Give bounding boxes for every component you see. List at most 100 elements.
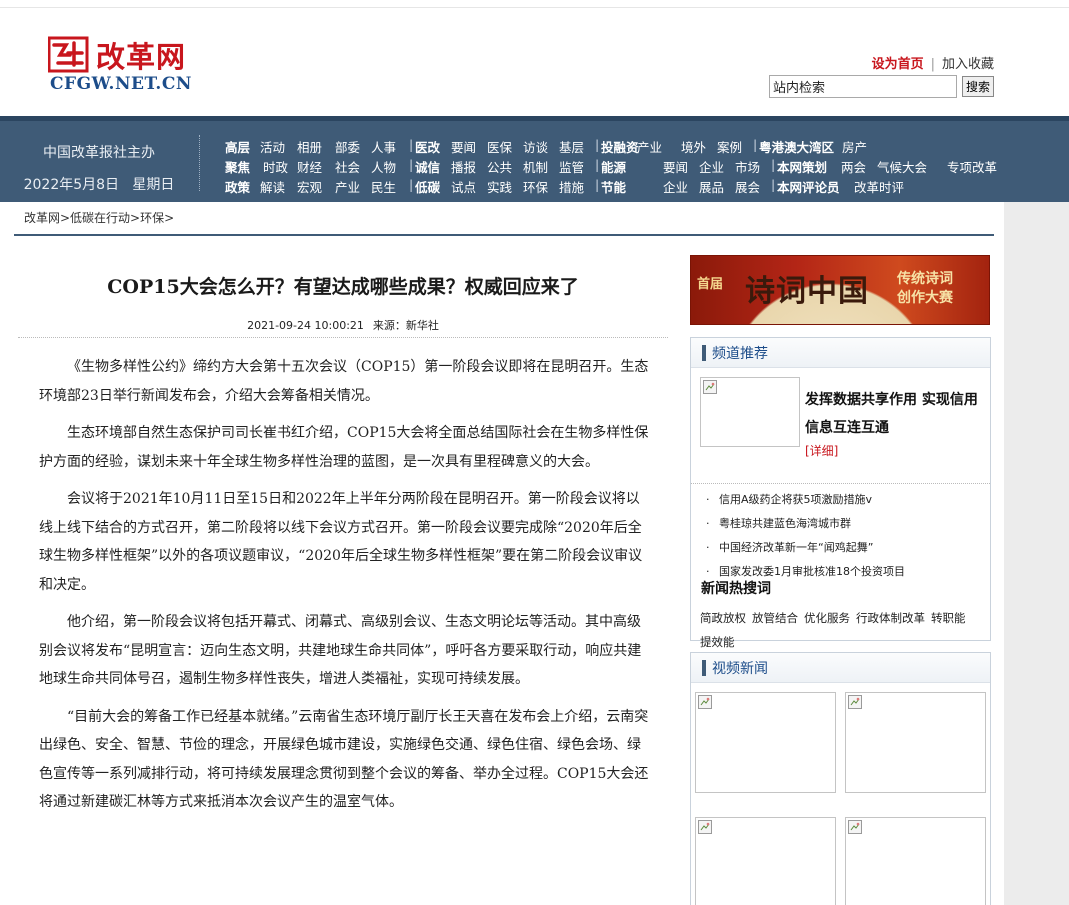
nav-link[interactable]: 政策 bbox=[225, 177, 250, 196]
list-item-text[interactable]: 国家发改委1月审批核准18个投资项目 bbox=[719, 565, 905, 578]
search-input[interactable] bbox=[769, 75, 957, 98]
nav-row: 政策 解读 宏观 产业 民生 | 低碳 试点 实践 环保 措施 | 节能 企业 展品 展会 | 本网评论员 改革时评 bbox=[225, 177, 1025, 197]
nav-separator: | bbox=[753, 137, 758, 152]
nav-link[interactable]: 境外 bbox=[681, 137, 706, 156]
nav-link[interactable]: 实践 bbox=[487, 177, 512, 196]
featured-image[interactable] bbox=[700, 377, 800, 447]
breadcrumb[interactable]: 改革网>低碳在行动>环保> bbox=[24, 209, 174, 226]
nav-link[interactable]: 宏观 bbox=[297, 177, 322, 196]
set-homepage-link[interactable]: 设为首页 bbox=[872, 57, 924, 72]
nav-link[interactable]: 试点 bbox=[451, 177, 476, 196]
nav-link[interactable]: 房产 bbox=[842, 137, 867, 156]
nav-link[interactable]: 粤港澳大湾区 bbox=[759, 137, 834, 156]
nav-link[interactable]: 部委 bbox=[335, 137, 360, 156]
list-item[interactable]: · 信用A级药企将获5项激励措施v bbox=[691, 488, 990, 512]
article-divider bbox=[18, 337, 668, 338]
nav-link[interactable]: 高层 bbox=[225, 137, 250, 156]
hot-tag[interactable]: 转职能 bbox=[931, 606, 966, 630]
nav-link[interactable]: 低碳 bbox=[415, 177, 440, 196]
nav-link[interactable]: 民生 bbox=[371, 177, 396, 196]
nav-link[interactable]: 展会 bbox=[735, 177, 760, 196]
nav-link[interactable]: 本网策划 bbox=[777, 157, 827, 176]
nav-info: 中国改革报社主办 2022年5月8日 星期日 bbox=[0, 121, 198, 202]
nav-link[interactable]: 活动 bbox=[260, 137, 285, 156]
article-paragraph: “目前大会的筹备工作已经基本就绪。”云南省生态环境厅副厅长王天喜在发布会上介绍，… bbox=[39, 708, 649, 811]
nav-link[interactable]: 节能 bbox=[601, 177, 626, 196]
nav-link[interactable]: 市场 bbox=[735, 157, 760, 176]
nav-link[interactable]: 要闻 bbox=[451, 137, 476, 156]
video-thumbnail[interactable] bbox=[695, 817, 836, 905]
nav-link[interactable]: 人物 bbox=[371, 157, 396, 176]
hot-tag[interactable]: 优化服务 bbox=[804, 606, 850, 630]
banner-right-line1: 传统诗词 bbox=[897, 271, 953, 287]
nav-divider bbox=[199, 135, 200, 191]
nav-link[interactable]: 企业 bbox=[699, 157, 724, 176]
nav-link[interactable]: 社会 bbox=[335, 157, 360, 176]
nav-link[interactable]: 展品 bbox=[699, 177, 724, 196]
broken-image-icon bbox=[698, 820, 712, 834]
broken-image-icon bbox=[703, 380, 717, 394]
nav-link[interactable]: 企业 bbox=[663, 177, 688, 196]
video-thumbnail[interactable] bbox=[845, 817, 986, 905]
nav-link[interactable]: 医保 bbox=[487, 137, 512, 156]
nav-link[interactable]: 访谈 bbox=[523, 137, 548, 156]
search-button[interactable]: 搜索 bbox=[962, 76, 994, 97]
article-paragraph: 《生物多样性公约》缔约方大会第十五次会议（COP15）第一阶段会议即将在昆明召开… bbox=[39, 359, 649, 404]
nav-link[interactable]: 本网评论员 bbox=[777, 177, 840, 196]
nav-separator: | bbox=[409, 177, 414, 192]
poetry-contest-banner[interactable]: 首届 诗词中国 传统诗词 创作大赛 bbox=[690, 255, 990, 325]
nav-link[interactable]: 财经 bbox=[297, 157, 322, 176]
list-item-text[interactable]: 信用A级药企将获5项激励措施v bbox=[719, 493, 872, 506]
hot-tag[interactable]: 简政放权 bbox=[700, 606, 746, 630]
top-strip bbox=[0, 0, 1069, 8]
nav-link[interactable]: 产业 bbox=[637, 137, 662, 156]
nav-link[interactable]: 案例 bbox=[717, 137, 742, 156]
featured-more-link[interactable]: [详细] bbox=[805, 442, 838, 459]
nav-link[interactable]: 诚信 bbox=[415, 157, 440, 176]
nav-separator: | bbox=[409, 137, 414, 152]
nav-link[interactable]: 专项改革 bbox=[947, 157, 997, 176]
article-paragraph: 会议将于2021年10月11日至15日和2022年上半年分两阶段在昆明召开。第一… bbox=[39, 491, 643, 593]
nav-link[interactable]: 环保 bbox=[523, 177, 548, 196]
nav-link[interactable]: 公共 bbox=[487, 157, 512, 176]
nav-link[interactable]: 医改 bbox=[415, 137, 440, 156]
nav-link[interactable]: 两会 bbox=[841, 157, 866, 176]
nav-link[interactable]: 基层 bbox=[559, 137, 584, 156]
featured-title[interactable]: 发挥数据共享作用 实现信用信息互连互通 bbox=[805, 386, 987, 442]
nav-link[interactable]: 时政 bbox=[263, 157, 288, 176]
nav-link[interactable]: 措施 bbox=[559, 177, 584, 196]
nav-link[interactable]: 机制 bbox=[523, 157, 548, 176]
banner-right-text: 传统诗词 创作大赛 bbox=[897, 270, 987, 308]
hot-tag[interactable]: 行政体制改革 bbox=[856, 606, 925, 630]
nav-separator: | bbox=[595, 157, 600, 172]
nav-link[interactable]: 气候大会 bbox=[877, 157, 927, 176]
header-accent-bar bbox=[702, 345, 706, 361]
nav-link[interactable]: 能源 bbox=[601, 157, 626, 176]
nav-link[interactable]: 监管 bbox=[559, 157, 584, 176]
nav-link[interactable]: 投融资 bbox=[601, 137, 639, 156]
video-thumbnail[interactable] bbox=[845, 692, 986, 793]
nav-link[interactable]: 聚焦 bbox=[225, 157, 250, 176]
nav-link[interactable]: 产业 bbox=[335, 177, 360, 196]
site-logo[interactable]: 改革网 CFGW.NET.CN bbox=[48, 33, 208, 103]
add-favorite-link[interactable]: 加入收藏 bbox=[942, 57, 994, 72]
nav-link[interactable]: 播报 bbox=[451, 157, 476, 176]
hot-tag[interactable]: 提效能 bbox=[700, 630, 735, 654]
nav-link[interactable]: 要闻 bbox=[663, 157, 688, 176]
nav-link[interactable]: 人事 bbox=[371, 137, 396, 156]
nav-link[interactable]: 解读 bbox=[260, 177, 285, 196]
list-item[interactable]: · 粤桂琼共建蓝色海湾城市群 bbox=[691, 512, 990, 536]
nav-link[interactable]: 相册 bbox=[297, 137, 322, 156]
list-item-text[interactable]: 粤桂琼共建蓝色海湾城市群 bbox=[719, 517, 851, 530]
nav-separator: | bbox=[771, 157, 776, 172]
bullet: · bbox=[706, 517, 710, 530]
video-thumbnail[interactable] bbox=[695, 692, 836, 793]
current-date: 2022年5月8日 bbox=[23, 177, 120, 193]
sponsor-text: 中国改革报社主办 bbox=[43, 145, 155, 161]
logo-emblem-icon bbox=[48, 36, 89, 73]
list-item[interactable]: · 中国经济改革新一年“闻鸡起舞” bbox=[691, 536, 990, 560]
banner-small-text: 首届 bbox=[697, 277, 724, 292]
hot-tag[interactable]: 放管结合 bbox=[752, 606, 798, 630]
nav-link[interactable]: 改革时评 bbox=[854, 177, 904, 196]
list-item-text[interactable]: 中国经济改革新一年“闻鸡起舞” bbox=[719, 541, 873, 554]
